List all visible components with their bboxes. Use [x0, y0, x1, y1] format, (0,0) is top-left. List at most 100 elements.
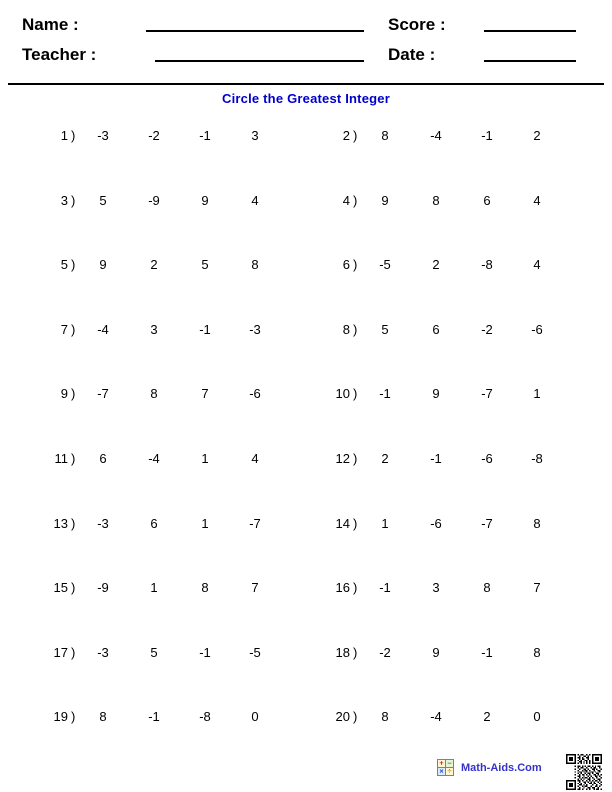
- integer-choice[interactable]: 9: [419, 645, 453, 660]
- integer-choice[interactable]: 8: [137, 386, 171, 401]
- integer-choice[interactable]: 5: [137, 645, 171, 660]
- integer-choice[interactable]: 7: [188, 386, 222, 401]
- integer-choice[interactable]: 5: [188, 257, 222, 272]
- integer-choice[interactable]: -3: [86, 516, 120, 531]
- integer-choice[interactable]: -9: [86, 580, 120, 595]
- problem-paren: ): [71, 386, 76, 402]
- integer-choice[interactable]: -1: [470, 128, 504, 143]
- brand-label: Math-Aids.Com: [461, 761, 542, 774]
- problem-grid: 1) -3 -2 -1 3 2) 8 -4 -1 2 3) 5 -9 9 4 4) 9 8 6 4 5) 9 2 5 8 6) -5…: [0, 128, 612, 774]
- integer-choice[interactable]: -2: [470, 322, 504, 337]
- worksheet-footer: + − × ÷ Math-Aids.Com: [0, 752, 612, 792]
- integer-choice[interactable]: 6: [137, 516, 171, 531]
- teacher-label: Teacher :: [22, 45, 97, 64]
- problem-number: 19: [53, 709, 68, 725]
- integer-choice[interactable]: 7: [520, 580, 554, 595]
- integer-choice[interactable]: 8: [520, 516, 554, 531]
- integer-choice[interactable]: 8: [238, 257, 272, 272]
- problem-row: 3) 5 -9 9 4 4) 9 8 6 4: [0, 193, 612, 258]
- integer-choice[interactable]: 1: [368, 516, 402, 531]
- integer-choice[interactable]: -1: [188, 128, 222, 143]
- integer-choice[interactable]: -6: [470, 451, 504, 466]
- integer-choice[interactable]: -1: [419, 451, 453, 466]
- integer-choice[interactable]: -1: [368, 386, 402, 401]
- integer-choice[interactable]: 1: [188, 516, 222, 531]
- problem-paren: ): [353, 257, 358, 273]
- integer-choice[interactable]: -3: [86, 128, 120, 143]
- integer-choice[interactable]: -8: [470, 257, 504, 272]
- integer-choice[interactable]: -8: [520, 451, 554, 466]
- integer-choice[interactable]: 0: [520, 709, 554, 724]
- integer-choice[interactable]: -4: [137, 451, 171, 466]
- integer-choice[interactable]: -6: [238, 386, 272, 401]
- integer-choice[interactable]: -5: [238, 645, 272, 660]
- problem-row: 1) -3 -2 -1 3 2) 8 -4 -1 2: [0, 128, 612, 193]
- problem-row: 17) -3 5 -1 -5 18) -2 9 -1 8: [0, 645, 612, 710]
- integer-choice[interactable]: -8: [188, 709, 222, 724]
- problem-paren: ): [71, 128, 76, 143]
- integer-choice[interactable]: 2: [470, 709, 504, 724]
- teacher-fill-in-line[interactable]: [155, 60, 364, 62]
- integer-choice[interactable]: 8: [470, 580, 504, 595]
- problem-paren: ): [71, 192, 76, 208]
- integer-choice[interactable]: 1: [188, 451, 222, 466]
- integer-choice[interactable]: -1: [188, 645, 222, 660]
- integer-choice[interactable]: -1: [470, 645, 504, 660]
- date-fill-in-line[interactable]: [484, 60, 576, 62]
- integer-choice[interactable]: 8: [368, 128, 402, 143]
- integer-choice[interactable]: 8: [86, 709, 120, 724]
- integer-choice[interactable]: 6: [419, 322, 453, 337]
- integer-choice[interactable]: -2: [368, 645, 402, 660]
- integer-choice[interactable]: -7: [238, 516, 272, 531]
- integer-choice[interactable]: 7: [238, 580, 272, 595]
- integer-choice[interactable]: 3: [419, 580, 453, 595]
- integer-choice[interactable]: -5: [368, 257, 402, 272]
- problem-paren: ): [71, 515, 76, 531]
- integer-choice[interactable]: 2: [419, 257, 453, 272]
- integer-choice[interactable]: -4: [419, 128, 453, 143]
- integer-choice[interactable]: 8: [188, 580, 222, 595]
- integer-choice[interactable]: 9: [419, 386, 453, 401]
- integer-choice[interactable]: -6: [419, 516, 453, 531]
- integer-choice[interactable]: 8: [419, 193, 453, 208]
- integer-choice[interactable]: 9: [368, 193, 402, 208]
- integer-choice[interactable]: 9: [188, 193, 222, 208]
- integer-choice[interactable]: -7: [470, 516, 504, 531]
- integer-choice[interactable]: -7: [470, 386, 504, 401]
- integer-choice[interactable]: 2: [137, 257, 171, 272]
- brand-logo[interactable]: + − × ÷ Math-Aids.Com: [437, 759, 542, 776]
- integer-choice[interactable]: -1: [137, 709, 171, 724]
- integer-choice[interactable]: -1: [188, 322, 222, 337]
- integer-choice[interactable]: 4: [520, 257, 554, 272]
- integer-choice[interactable]: 4: [238, 193, 272, 208]
- problem-paren: ): [353, 580, 358, 596]
- integer-choice[interactable]: -4: [86, 322, 120, 337]
- integer-choice[interactable]: 2: [368, 451, 402, 466]
- integer-choice[interactable]: -6: [520, 322, 554, 337]
- integer-choice[interactable]: 4: [520, 193, 554, 208]
- integer-choice[interactable]: 3: [238, 128, 272, 143]
- integer-choice[interactable]: 5: [86, 193, 120, 208]
- integer-choice[interactable]: -7: [86, 386, 120, 401]
- integer-choice[interactable]: -4: [419, 709, 453, 724]
- integer-choice[interactable]: 0: [238, 709, 272, 724]
- integer-choice[interactable]: 6: [470, 193, 504, 208]
- integer-choice[interactable]: 9: [86, 257, 120, 272]
- integer-choice[interactable]: -9: [137, 193, 171, 208]
- integer-choice[interactable]: 1: [137, 580, 171, 595]
- integer-choice[interactable]: 1: [520, 386, 554, 401]
- score-fill-in-line[interactable]: [484, 30, 576, 32]
- integer-choice[interactable]: -3: [238, 322, 272, 337]
- integer-choice[interactable]: 8: [368, 709, 402, 724]
- integer-choice[interactable]: 5: [368, 322, 402, 337]
- integer-choice[interactable]: -2: [137, 128, 171, 143]
- name-fill-in-line[interactable]: [146, 30, 364, 32]
- integer-choice[interactable]: 2: [520, 128, 554, 143]
- integer-choice[interactable]: -3: [86, 645, 120, 660]
- problem-paren: ): [71, 257, 76, 273]
- integer-choice[interactable]: 6: [86, 451, 120, 466]
- integer-choice[interactable]: 4: [238, 451, 272, 466]
- integer-choice[interactable]: -1: [368, 580, 402, 595]
- integer-choice[interactable]: 8: [520, 645, 554, 660]
- integer-choice[interactable]: 3: [137, 322, 171, 337]
